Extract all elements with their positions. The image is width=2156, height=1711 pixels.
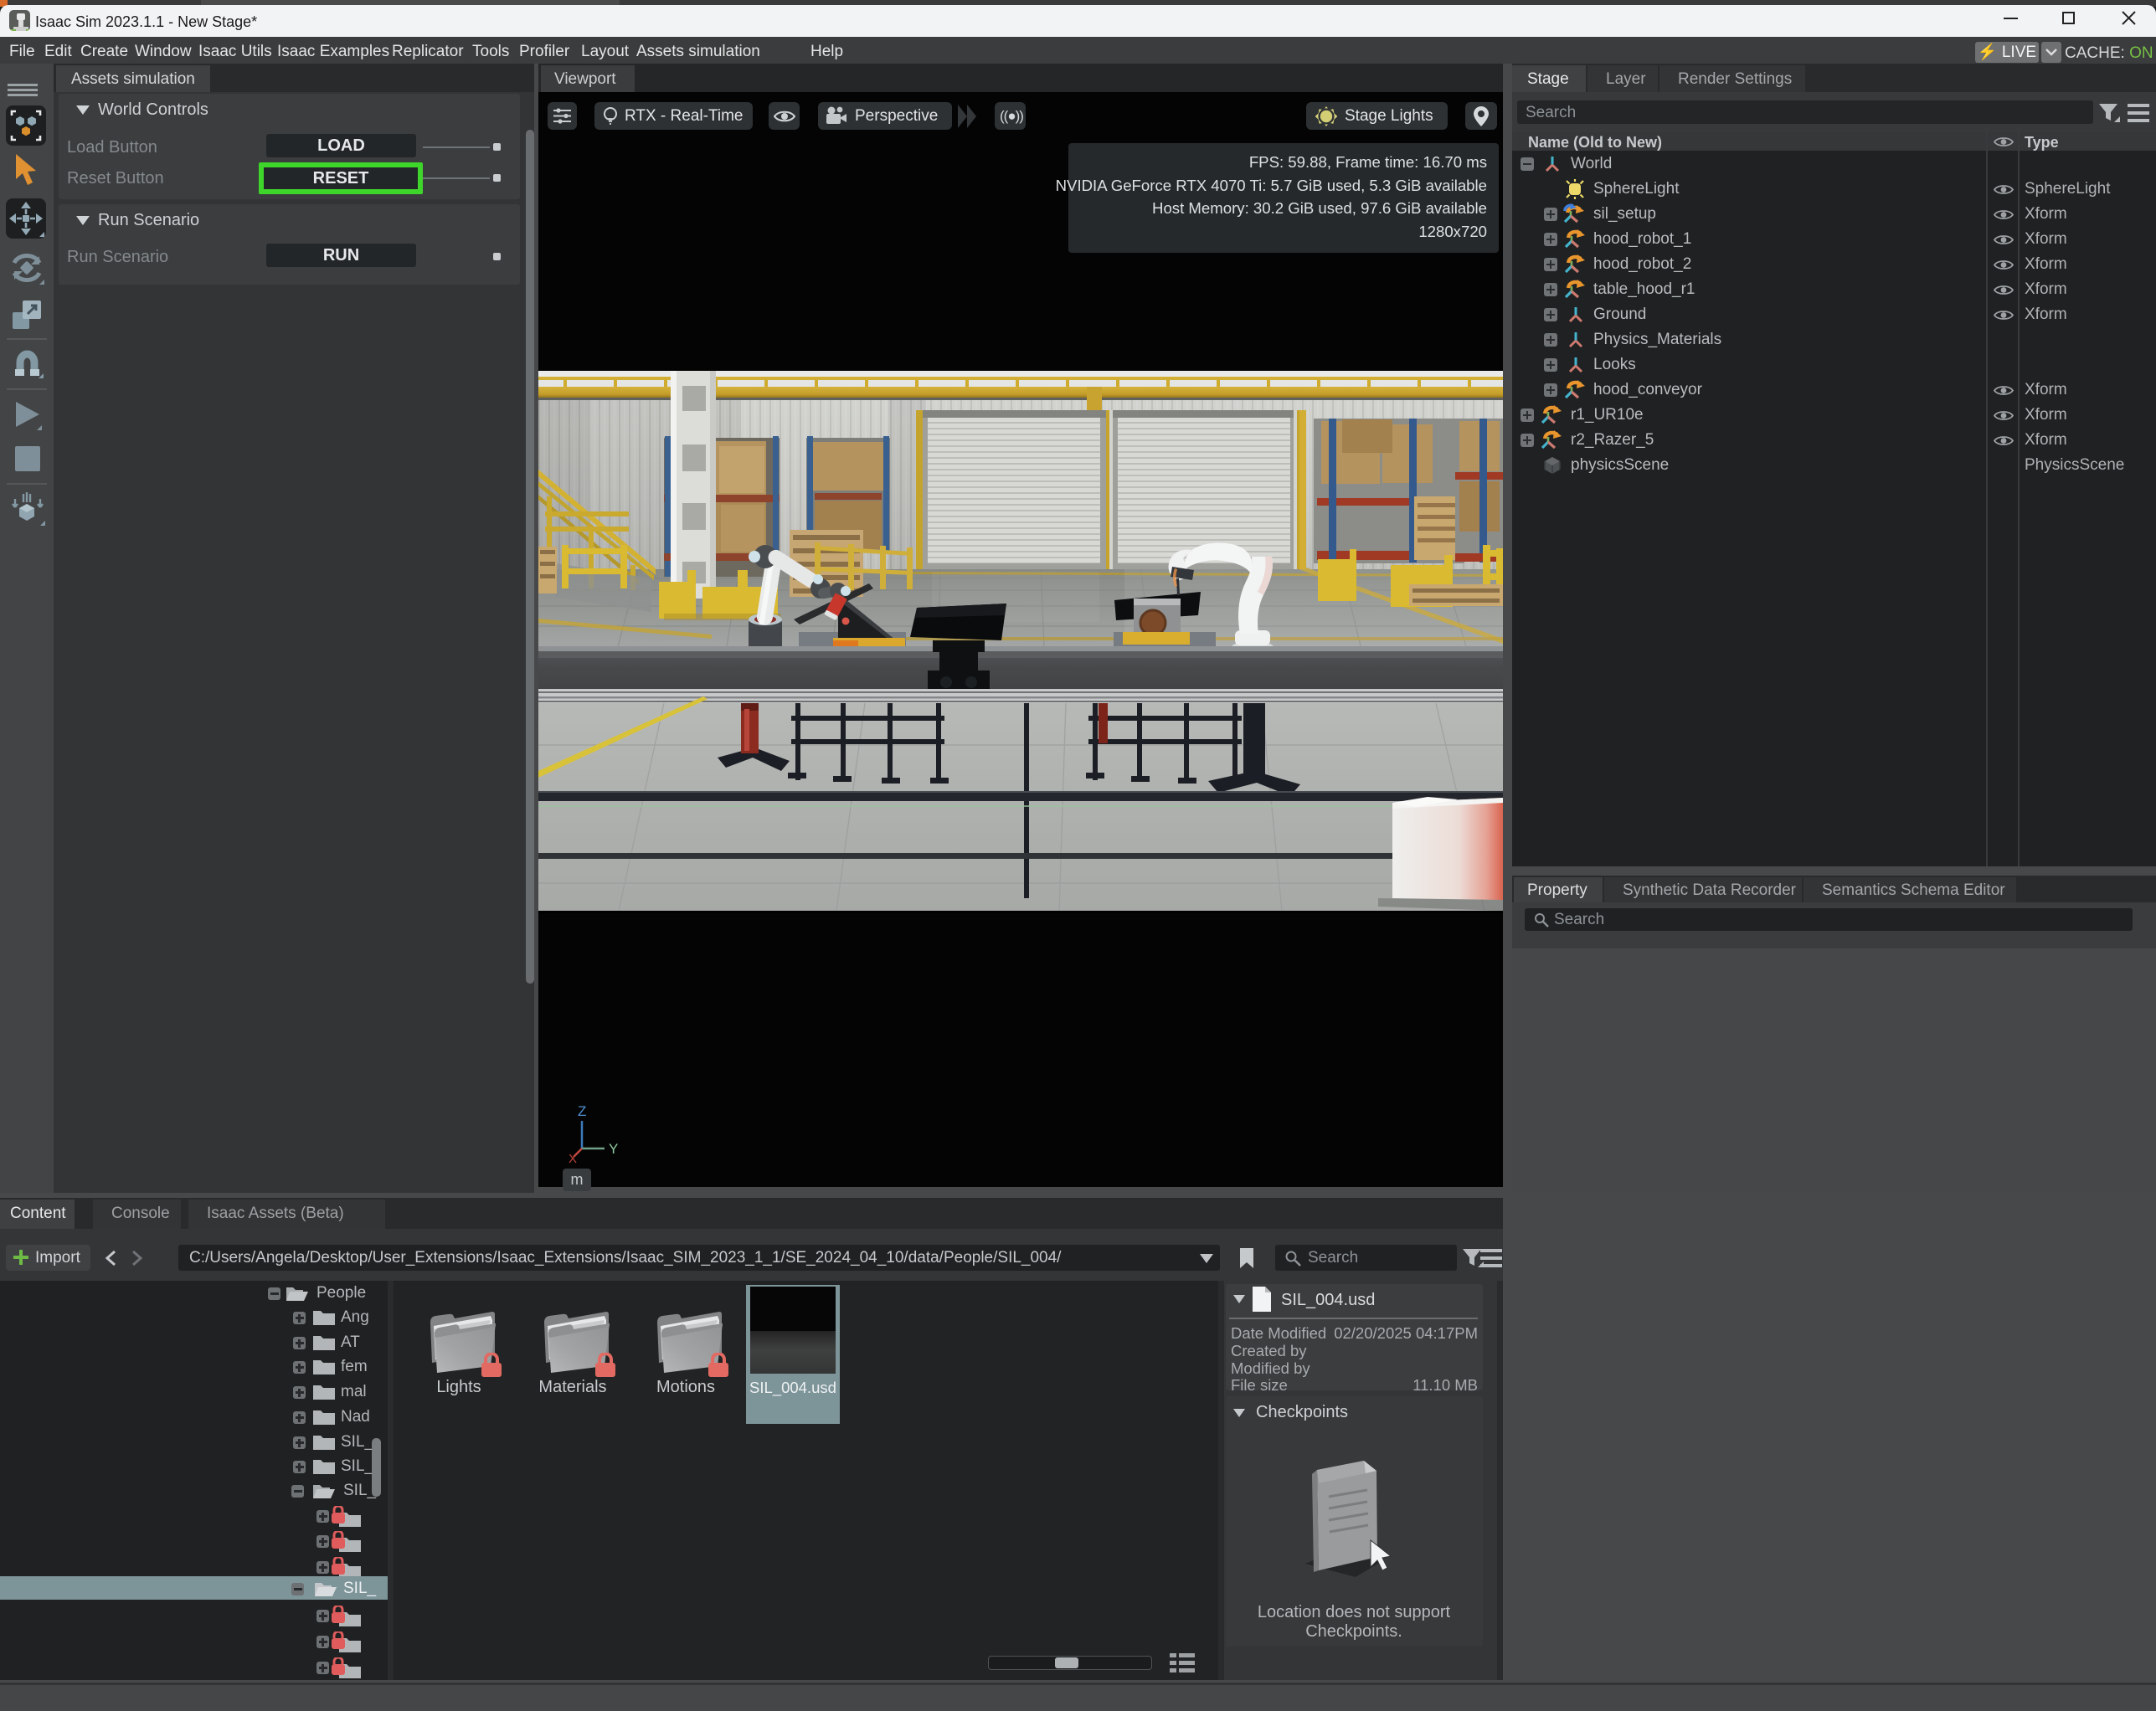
svg-text:Y: Y bbox=[609, 1141, 618, 1157]
svg-text:X: X bbox=[569, 1152, 577, 1164]
svg-text:Z: Z bbox=[578, 1103, 586, 1119]
